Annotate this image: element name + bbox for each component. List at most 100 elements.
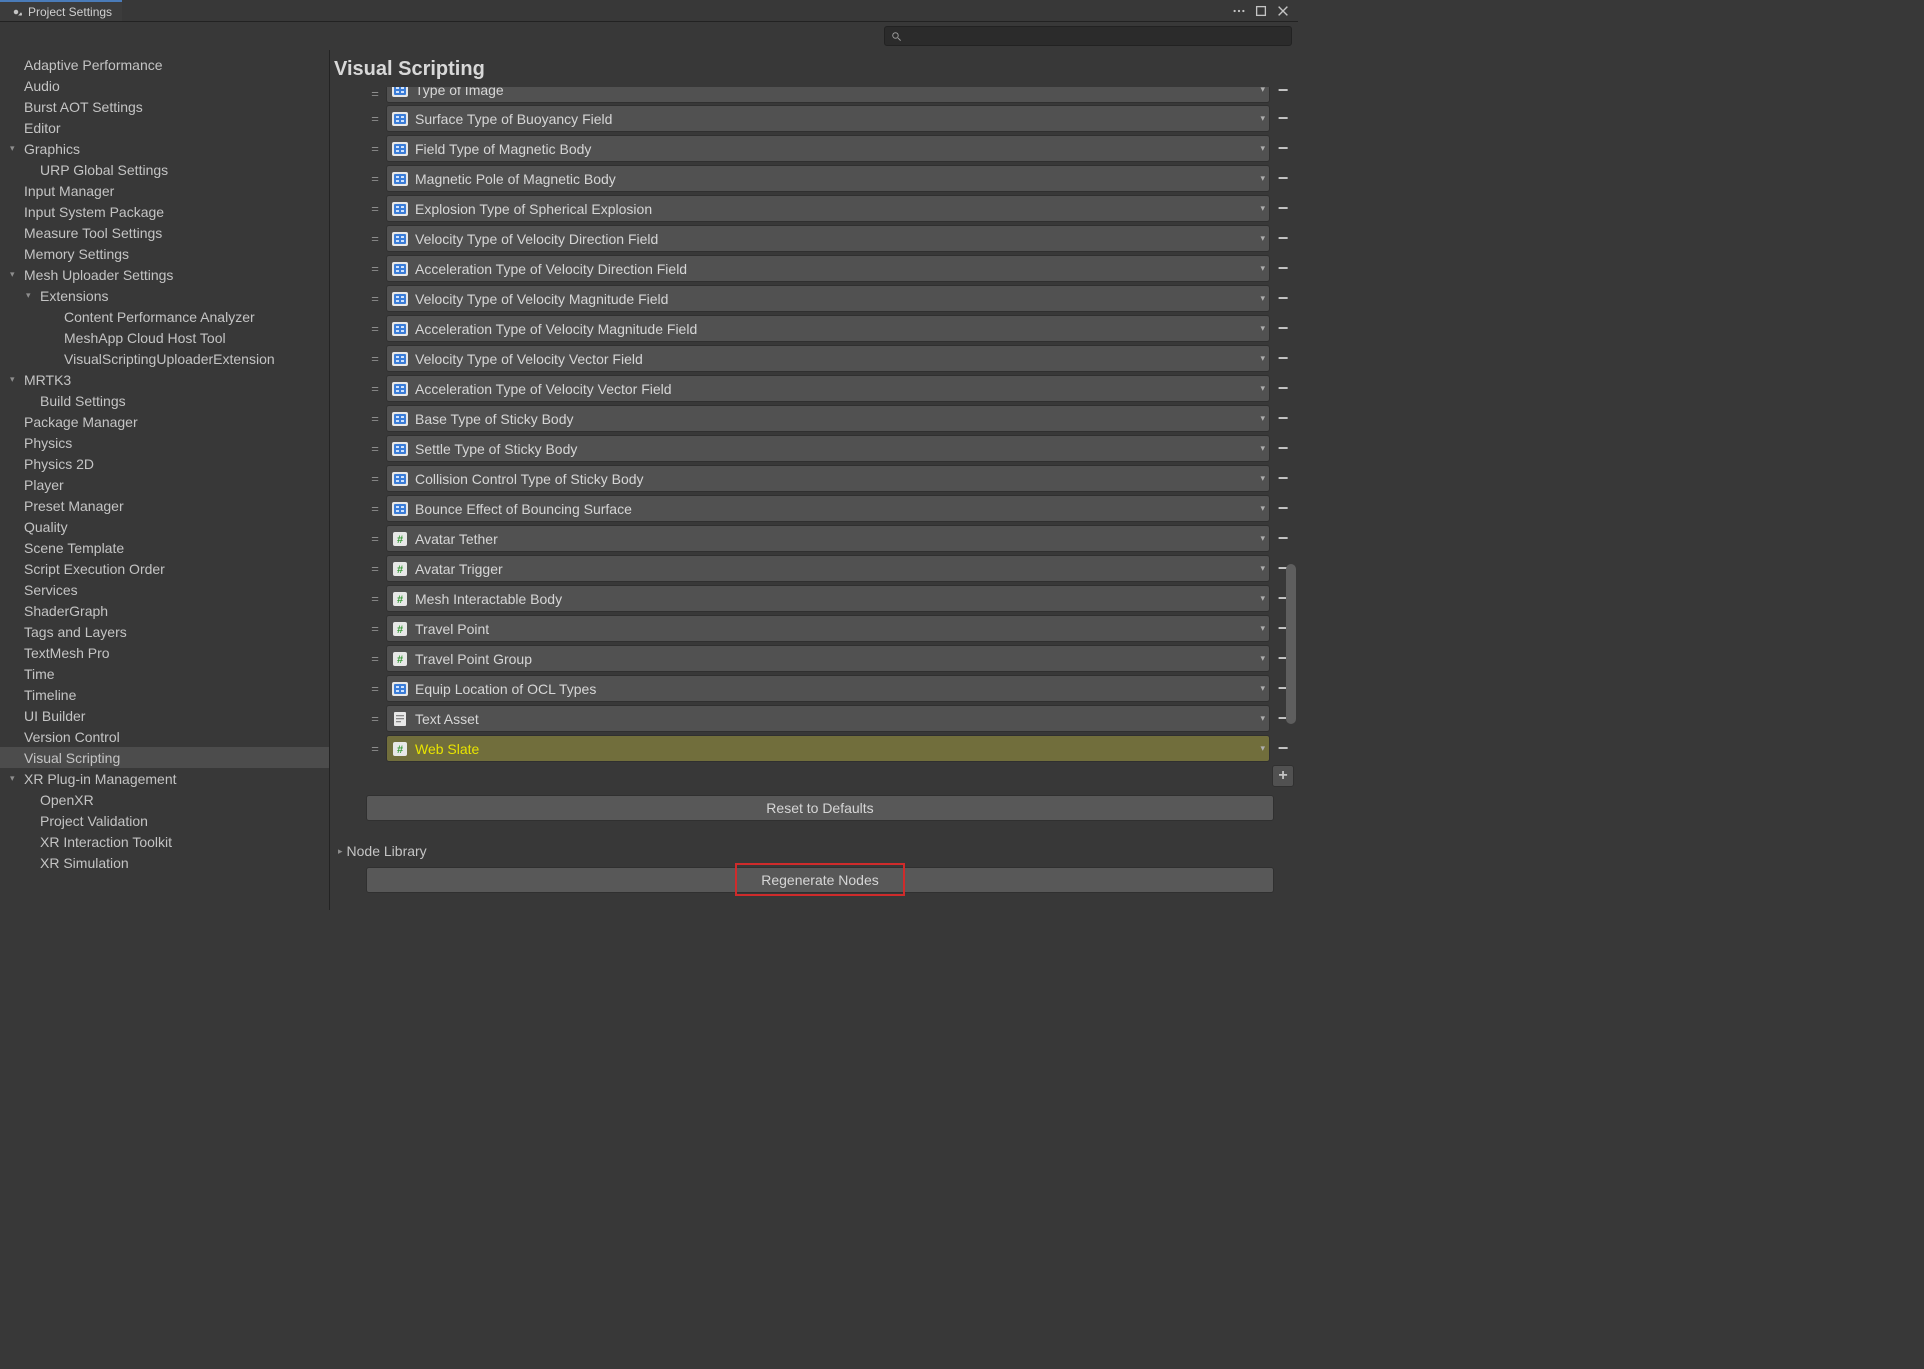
sidebar-item[interactable]: MeshApp Cloud Host Tool bbox=[0, 327, 329, 348]
window-menu-button[interactable] bbox=[1230, 2, 1248, 20]
type-dropdown[interactable]: Base Type of Sticky Body▾ bbox=[386, 405, 1270, 432]
drag-handle-icon[interactable]: = bbox=[366, 111, 384, 126]
drag-handle-icon[interactable]: = bbox=[366, 201, 384, 216]
sidebar-item[interactable]: UI Builder bbox=[0, 705, 329, 726]
sidebar-item[interactable]: Timeline bbox=[0, 684, 329, 705]
type-dropdown[interactable]: Acceleration Type of Velocity Direction … bbox=[386, 255, 1270, 282]
drag-handle-icon[interactable]: = bbox=[366, 681, 384, 696]
sidebar-item[interactable]: Project Validation bbox=[0, 810, 329, 831]
window-close-button[interactable] bbox=[1274, 2, 1292, 20]
search-input[interactable] bbox=[908, 29, 1285, 43]
sidebar-item[interactable]: MRTK3 bbox=[0, 369, 329, 390]
sidebar-item[interactable]: Audio bbox=[0, 75, 329, 96]
drag-handle-icon[interactable]: = bbox=[366, 531, 384, 546]
drag-handle-icon[interactable]: = bbox=[366, 381, 384, 396]
drag-handle-icon[interactable]: = bbox=[366, 171, 384, 186]
drag-handle-icon[interactable]: = bbox=[366, 471, 384, 486]
node-library-foldout[interactable]: Node Library bbox=[338, 843, 1294, 859]
type-dropdown[interactable]: #Avatar Trigger▾ bbox=[386, 555, 1270, 582]
sidebar-item[interactable]: Scene Template bbox=[0, 537, 329, 558]
type-dropdown[interactable]: #Mesh Interactable Body▾ bbox=[386, 585, 1270, 612]
sidebar-item[interactable]: Editor bbox=[0, 117, 329, 138]
window-tab[interactable]: Project Settings bbox=[0, 0, 122, 21]
sidebar-item[interactable]: Version Control bbox=[0, 726, 329, 747]
remove-type-button[interactable]: − bbox=[1272, 87, 1294, 101]
drag-handle-icon[interactable]: = bbox=[366, 591, 384, 606]
sidebar-item[interactable]: OpenXR bbox=[0, 789, 329, 810]
type-dropdown[interactable]: Velocity Type of Velocity Direction Fiel… bbox=[386, 225, 1270, 252]
type-dropdown[interactable]: Settle Type of Sticky Body▾ bbox=[386, 435, 1270, 462]
drag-handle-icon[interactable]: = bbox=[366, 351, 384, 366]
sidebar-item[interactable]: Quality bbox=[0, 516, 329, 537]
sidebar-item[interactable]: Graphics bbox=[0, 138, 329, 159]
sidebar-item[interactable]: Tags and Layers bbox=[0, 621, 329, 642]
drag-handle-icon[interactable]: = bbox=[366, 261, 384, 276]
drag-handle-icon[interactable]: = bbox=[366, 501, 384, 516]
drag-handle-icon[interactable]: = bbox=[366, 141, 384, 156]
sidebar-item[interactable]: Services bbox=[0, 579, 329, 600]
drag-handle-icon[interactable]: = bbox=[366, 321, 384, 336]
main-content[interactable]: =Type of Image▾−=Surface Type of Buoyanc… bbox=[330, 87, 1298, 910]
sidebar-item[interactable]: Input System Package bbox=[0, 201, 329, 222]
drag-handle-icon[interactable]: = bbox=[366, 561, 384, 576]
type-dropdown[interactable]: Acceleration Type of Velocity Vector Fie… bbox=[386, 375, 1270, 402]
sidebar-item[interactable]: URP Global Settings bbox=[0, 159, 329, 180]
sidebar-item[interactable]: Physics 2D bbox=[0, 453, 329, 474]
sidebar-item[interactable]: XR Simulation bbox=[0, 852, 329, 873]
type-dropdown[interactable]: Surface Type of Buoyancy Field▾ bbox=[386, 105, 1270, 132]
search-field[interactable] bbox=[884, 26, 1292, 46]
sidebar-item[interactable]: VisualScriptingUploaderExtension bbox=[0, 348, 329, 369]
sidebar-item[interactable]: Build Settings bbox=[0, 390, 329, 411]
window-maximize-button[interactable] bbox=[1252, 2, 1270, 20]
settings-sidebar[interactable]: Adaptive PerformanceAudioBurst AOT Setti… bbox=[0, 50, 330, 910]
scrollbar[interactable] bbox=[1284, 104, 1296, 902]
drag-handle-icon[interactable]: = bbox=[366, 711, 384, 726]
type-dropdown[interactable]: #Travel Point▾ bbox=[386, 615, 1270, 642]
drag-handle-icon[interactable]: = bbox=[366, 441, 384, 456]
sidebar-item[interactable]: Visual Scripting bbox=[0, 747, 329, 768]
type-dropdown[interactable]: #Web Slate▾ bbox=[386, 735, 1270, 762]
type-dropdown[interactable]: Velocity Type of Velocity Magnitude Fiel… bbox=[386, 285, 1270, 312]
type-dropdown[interactable]: Field Type of Magnetic Body▾ bbox=[386, 135, 1270, 162]
sidebar-item[interactable]: TextMesh Pro bbox=[0, 642, 329, 663]
sidebar-item[interactable]: Time bbox=[0, 663, 329, 684]
sidebar-item[interactable]: Package Manager bbox=[0, 411, 329, 432]
sidebar-item[interactable]: XR Interaction Toolkit bbox=[0, 831, 329, 852]
type-dropdown[interactable]: Type of Image▾ bbox=[386, 87, 1270, 103]
sidebar-item[interactable]: Extensions bbox=[0, 285, 329, 306]
type-dropdown[interactable]: Text Asset▾ bbox=[386, 705, 1270, 732]
enum-icon bbox=[391, 380, 409, 398]
drag-handle-icon[interactable]: = bbox=[366, 87, 384, 101]
drag-handle-icon[interactable]: = bbox=[366, 621, 384, 636]
type-dropdown[interactable]: Acceleration Type of Velocity Magnitude … bbox=[386, 315, 1270, 342]
type-dropdown[interactable]: Bounce Effect of Bouncing Surface▾ bbox=[386, 495, 1270, 522]
scrollbar-thumb[interactable] bbox=[1286, 564, 1296, 724]
type-dropdown[interactable]: Magnetic Pole of Magnetic Body▾ bbox=[386, 165, 1270, 192]
sidebar-item[interactable]: Input Manager bbox=[0, 180, 329, 201]
drag-handle-icon[interactable]: = bbox=[366, 291, 384, 306]
type-dropdown[interactable]: Equip Location of OCL Types▾ bbox=[386, 675, 1270, 702]
sidebar-item[interactable]: Adaptive Performance bbox=[0, 54, 329, 75]
drag-handle-icon[interactable]: = bbox=[366, 411, 384, 426]
sidebar-item[interactable]: ShaderGraph bbox=[0, 600, 329, 621]
sidebar-item[interactable]: Burst AOT Settings bbox=[0, 96, 329, 117]
sidebar-item[interactable]: Player bbox=[0, 474, 329, 495]
sidebar-item[interactable]: Script Execution Order bbox=[0, 558, 329, 579]
type-dropdown[interactable]: #Avatar Tether▾ bbox=[386, 525, 1270, 552]
sidebar-item[interactable]: Content Performance Analyzer bbox=[0, 306, 329, 327]
sidebar-item[interactable]: Preset Manager bbox=[0, 495, 329, 516]
type-dropdown[interactable]: Explosion Type of Spherical Explosion▾ bbox=[386, 195, 1270, 222]
sidebar-item[interactable]: Memory Settings bbox=[0, 243, 329, 264]
type-dropdown[interactable]: Collision Control Type of Sticky Body▾ bbox=[386, 465, 1270, 492]
sidebar-item[interactable]: Physics bbox=[0, 432, 329, 453]
sidebar-item[interactable]: XR Plug-in Management bbox=[0, 768, 329, 789]
reset-defaults-button[interactable]: Reset to Defaults bbox=[366, 795, 1274, 821]
drag-handle-icon[interactable]: = bbox=[366, 741, 384, 756]
type-dropdown[interactable]: Velocity Type of Velocity Vector Field▾ bbox=[386, 345, 1270, 372]
type-dropdown[interactable]: #Travel Point Group▾ bbox=[386, 645, 1270, 672]
drag-handle-icon[interactable]: = bbox=[366, 231, 384, 246]
drag-handle-icon[interactable]: = bbox=[366, 651, 384, 666]
sidebar-item[interactable]: Measure Tool Settings bbox=[0, 222, 329, 243]
regenerate-nodes-button[interactable]: Regenerate Nodes bbox=[366, 867, 1274, 893]
sidebar-item[interactable]: Mesh Uploader Settings bbox=[0, 264, 329, 285]
